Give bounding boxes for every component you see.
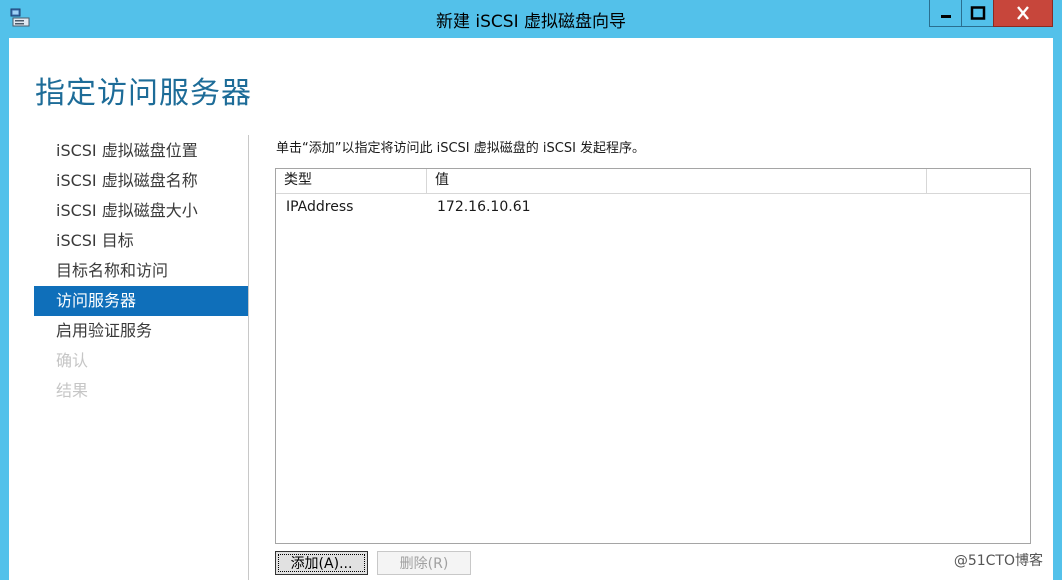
step-disk-size[interactable]: iSCSI 虚拟磁盘大小	[34, 196, 248, 226]
step-results: 结果	[56, 381, 89, 400]
close-icon	[1017, 6, 1029, 20]
maximize-button[interactable]	[961, 0, 994, 27]
step-disk-location[interactable]: iSCSI 虚拟磁盘位置	[34, 136, 248, 166]
step-disk-name[interactable]: iSCSI 虚拟磁盘名称	[34, 166, 248, 196]
watermark: @51CTO博客	[953, 553, 1043, 569]
add-button[interactable]: 添加(A)...	[275, 551, 368, 575]
wizard-window: 新建 iSCSI 虚拟磁盘向导 指定访问服务器 iSCSI 虚拟磁盘位置 iSC…	[0, 0, 1062, 580]
step-enable-auth[interactable]: 启用验证服务	[34, 316, 248, 346]
title-bar[interactable]: 新建 iSCSI 虚拟磁盘向导	[0, 0, 1062, 38]
row-value: 172.16.10.61	[437, 199, 531, 215]
minimize-button[interactable]	[929, 0, 962, 27]
maximize-icon	[970, 6, 985, 20]
list-header: 类型 值	[276, 169, 1030, 194]
initiator-list[interactable]: 类型 值 IPAddress 172.16.10.61	[275, 168, 1031, 544]
table-row[interactable]: IPAddress 172.16.10.61	[276, 194, 1030, 220]
window-title: 新建 iSCSI 虚拟磁盘向导	[436, 12, 626, 32]
step-target-name-access[interactable]: 目标名称和访问	[34, 256, 248, 286]
instruction-text: 单击“添加”以指定将访问此 iSCSI 虚拟磁盘的 iSCSI 发起程序。	[276, 141, 646, 156]
remove-button[interactable]: 删除(R)	[377, 551, 471, 575]
step-iscsi-target[interactable]: iSCSI 目标	[34, 226, 248, 256]
steps-divider	[248, 135, 249, 580]
wizard-content: 指定访问服务器 iSCSI 虚拟磁盘位置 iSCSI 虚拟磁盘名称 iSCSI …	[9, 38, 1053, 580]
caption-buttons	[929, 0, 1053, 28]
close-button[interactable]	[993, 0, 1053, 27]
column-header-value[interactable]: 值	[427, 169, 927, 193]
row-type: IPAddress	[286, 199, 354, 215]
wizard-steps: iSCSI 虚拟磁盘位置 iSCSI 虚拟磁盘名称 iSCSI 虚拟磁盘大小 i…	[34, 136, 248, 406]
step-confirm: 确认	[56, 351, 89, 370]
minimize-icon	[940, 15, 951, 18]
step-access-servers[interactable]: 访问服务器	[34, 286, 248, 316]
column-header-type[interactable]: 类型	[276, 169, 427, 193]
page-title: 指定访问服务器	[35, 76, 252, 111]
column-header-empty[interactable]	[927, 169, 1030, 193]
